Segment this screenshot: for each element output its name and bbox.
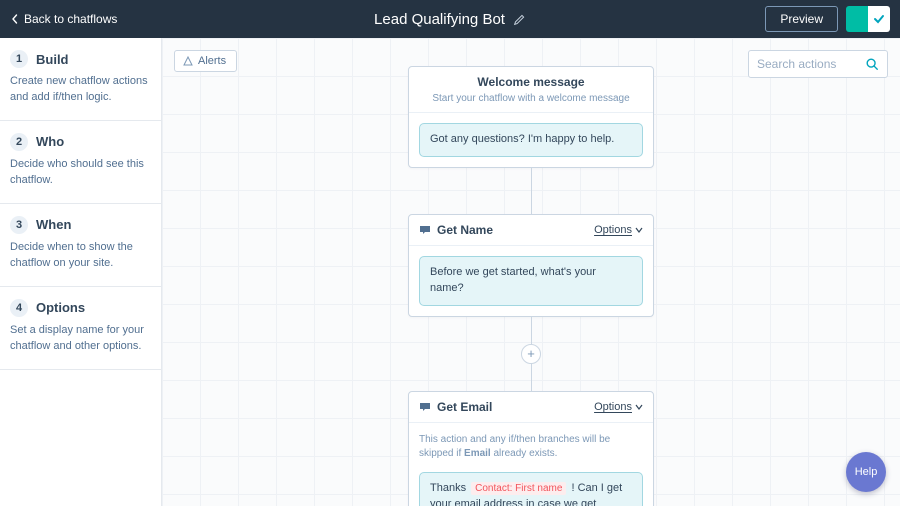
connector xyxy=(531,317,532,345)
message-bubble: Before we get started, what's your name? xyxy=(419,256,643,306)
add-node-button[interactable]: + xyxy=(521,344,541,364)
connector xyxy=(531,168,532,214)
node-subtitle: Start your chatflow with a welcome messa… xyxy=(419,93,643,104)
step-number: 4 xyxy=(10,299,28,317)
step-title: When xyxy=(36,217,71,232)
confirm-toggle-off xyxy=(846,6,868,32)
app-header: Back to chatflows Lead Qualifying Bot Pr… xyxy=(0,0,900,38)
check-icon xyxy=(873,13,885,25)
chat-icon xyxy=(419,224,431,236)
connector xyxy=(531,363,532,391)
alerts-button[interactable]: Alerts xyxy=(174,50,237,72)
node-options[interactable]: Options xyxy=(594,401,643,413)
confirm-toggle-on xyxy=(868,6,890,32)
sidebar: 1 Build Create new chatflow actions and … xyxy=(0,38,162,506)
step-number: 3 xyxy=(10,216,28,234)
node-title: Get Email xyxy=(437,400,492,414)
alerts-label: Alerts xyxy=(198,55,226,67)
back-label: Back to chatflows xyxy=(24,12,117,26)
chat-icon xyxy=(419,401,431,413)
node-header: Get Name Options xyxy=(409,215,653,246)
node-get-name[interactable]: Get Name Options Before we get started, … xyxy=(408,214,654,317)
step-title: Options xyxy=(36,300,85,315)
node-options[interactable]: Options xyxy=(594,224,643,236)
contact-token: Contact: First name xyxy=(471,482,566,495)
node-title: Get Name xyxy=(437,223,493,237)
step-desc: Set a display name for your chatflow and… xyxy=(10,323,151,355)
step-title: Who xyxy=(36,134,64,149)
preview-button[interactable]: Preview xyxy=(765,6,838,32)
chevron-left-icon xyxy=(10,14,20,24)
sidebar-step-when[interactable]: 3 When Decide when to show the chatflow … xyxy=(0,204,161,287)
back-link[interactable]: Back to chatflows xyxy=(10,12,117,26)
search-actions[interactable] xyxy=(748,50,888,78)
step-number: 1 xyxy=(10,50,28,68)
header-actions: Preview xyxy=(765,6,890,32)
title-wrap: Lead Qualifying Bot xyxy=(374,11,526,28)
skip-note: This action and any if/then branches wil… xyxy=(419,433,643,462)
canvas[interactable]: Alerts Welcome message Start your chatfl… xyxy=(162,38,900,506)
message-bubble: Thanks Contact: First name ! Can I get y… xyxy=(419,472,643,506)
confirm-toggle[interactable] xyxy=(846,6,890,32)
sidebar-step-options[interactable]: 4 Options Set a display name for your ch… xyxy=(0,287,161,370)
sidebar-step-who[interactable]: 2 Who Decide who should see this chatflo… xyxy=(0,121,161,204)
node-header: Get Email Options xyxy=(409,392,653,423)
search-icon xyxy=(865,57,879,71)
caret-down-icon xyxy=(635,403,643,411)
node-header: Welcome message Start your chatflow with… xyxy=(409,67,653,113)
warning-icon xyxy=(183,56,193,66)
step-title: Build xyxy=(36,52,69,67)
step-number: 2 xyxy=(10,133,28,151)
step-desc: Decide when to show the chatflow on your… xyxy=(10,240,151,272)
flow-column: Welcome message Start your chatflow with… xyxy=(408,66,654,506)
node-welcome[interactable]: Welcome message Start your chatflow with… xyxy=(408,66,654,168)
step-desc: Create new chatflow actions and add if/t… xyxy=(10,74,151,106)
sidebar-step-build[interactable]: 1 Build Create new chatflow actions and … xyxy=(0,38,161,121)
page-title: Lead Qualifying Bot xyxy=(374,11,505,28)
help-button[interactable]: Help xyxy=(846,452,886,492)
search-input[interactable] xyxy=(757,57,865,71)
message-bubble: Got any questions? I'm happy to help. xyxy=(419,123,643,157)
caret-down-icon xyxy=(635,226,643,234)
node-title: Welcome message xyxy=(419,75,643,89)
step-desc: Decide who should see this chatflow. xyxy=(10,157,151,189)
node-get-email[interactable]: Get Email Options This action and any if… xyxy=(408,391,654,506)
pencil-icon[interactable] xyxy=(513,13,526,26)
